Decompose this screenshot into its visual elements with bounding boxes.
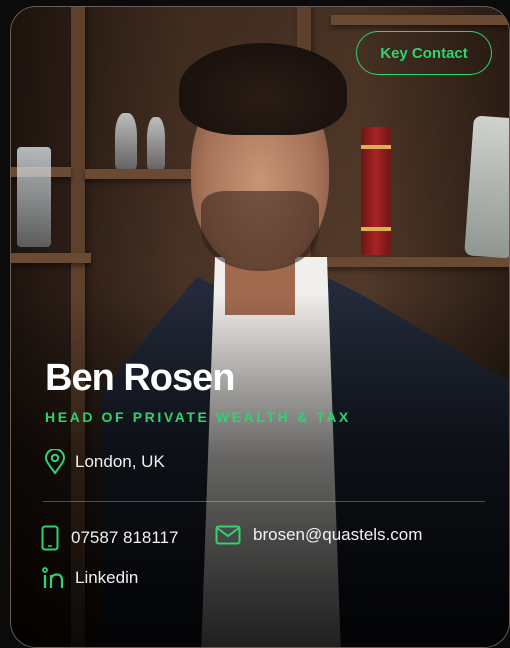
map-pin-icon bbox=[43, 449, 67, 475]
phone-link[interactable]: 07587 818117 bbox=[41, 525, 178, 551]
key-contact-badge[interactable]: Key Contact bbox=[356, 31, 492, 75]
divider bbox=[43, 501, 485, 502]
email-address: brosen@quastels.com bbox=[253, 525, 423, 544]
phone-number: 07587 818117 bbox=[71, 528, 179, 547]
person-name: Ben Rosen bbox=[45, 357, 235, 399]
linkedin-link[interactable]: Linkedin bbox=[41, 567, 138, 589]
contact-card: Key Contact Ben Rosen HEAD OF PRIVATE WE… bbox=[10, 6, 510, 648]
profile-photo bbox=[11, 7, 509, 647]
linkedin-icon bbox=[41, 567, 69, 589]
location-text: London, UK bbox=[75, 452, 165, 471]
person-role: HEAD OF PRIVATE WEALTH & TAX bbox=[45, 409, 351, 425]
location: London, UK bbox=[43, 449, 165, 475]
mail-icon bbox=[215, 525, 241, 545]
phone-icon bbox=[41, 525, 59, 551]
linkedin-label: Linkedin bbox=[75, 568, 139, 587]
email-link[interactable]: brosen@quastels.com bbox=[215, 525, 422, 545]
